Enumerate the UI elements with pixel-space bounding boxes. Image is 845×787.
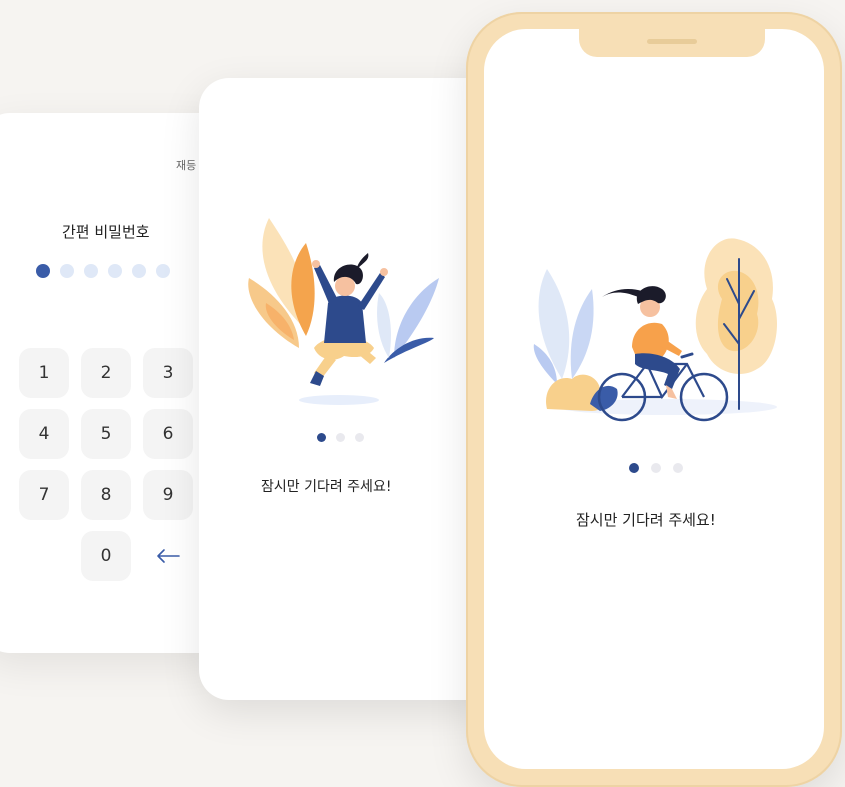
- key-8[interactable]: 8: [81, 470, 131, 520]
- phone-frame: 잠시만 기다려 주세요!: [466, 12, 842, 787]
- pin-screen-card: 재등 간편 비밀번호 1 2 3 4 5 6 7 8 9 0: [0, 113, 230, 653]
- backspace-button[interactable]: [143, 531, 193, 581]
- pin-dot: [36, 264, 50, 278]
- key-3[interactable]: 3: [143, 348, 193, 398]
- page-dot: [651, 463, 661, 473]
- key-5[interactable]: 5: [81, 409, 131, 459]
- page-dot: [673, 463, 683, 473]
- jumping-person-illustration: [248, 218, 439, 405]
- key-4[interactable]: 4: [19, 409, 69, 459]
- pin-dot: [60, 264, 74, 278]
- loading-message: 잠시만 기다려 주세요!: [576, 511, 716, 529]
- pin-top-label[interactable]: 재등: [176, 157, 196, 173]
- key-6[interactable]: 6: [143, 409, 193, 459]
- pin-dot: [156, 264, 170, 278]
- key-1[interactable]: 1: [19, 348, 69, 398]
- page-dot: [629, 463, 639, 473]
- key-2[interactable]: 2: [81, 348, 131, 398]
- loading-screen-card: 잠시만 기다려 주세요!: [199, 78, 499, 700]
- speaker-icon: [647, 39, 697, 44]
- pin-dot: [132, 264, 146, 278]
- phone-notch: [579, 29, 765, 57]
- arrow-left-icon: [157, 549, 180, 563]
- key-9[interactable]: 9: [143, 470, 193, 520]
- loading-message: 잠시만 기다려 주세요!: [261, 479, 392, 495]
- pin-title: 간편 비밀번호: [62, 223, 150, 241]
- key-7[interactable]: 7: [19, 470, 69, 520]
- page-dot: [336, 433, 345, 442]
- phone-screen: 잠시만 기다려 주세요!: [484, 29, 824, 769]
- page-indicator: [629, 463, 683, 473]
- pin-dot: [84, 264, 98, 278]
- page-dot: [317, 433, 326, 442]
- pin-dot: [108, 264, 122, 278]
- page-indicator: [317, 433, 364, 442]
- pin-indicator: [36, 264, 170, 278]
- page-dot: [355, 433, 364, 442]
- key-0[interactable]: 0: [81, 531, 131, 581]
- cycling-person-illustration: [533, 238, 777, 422]
